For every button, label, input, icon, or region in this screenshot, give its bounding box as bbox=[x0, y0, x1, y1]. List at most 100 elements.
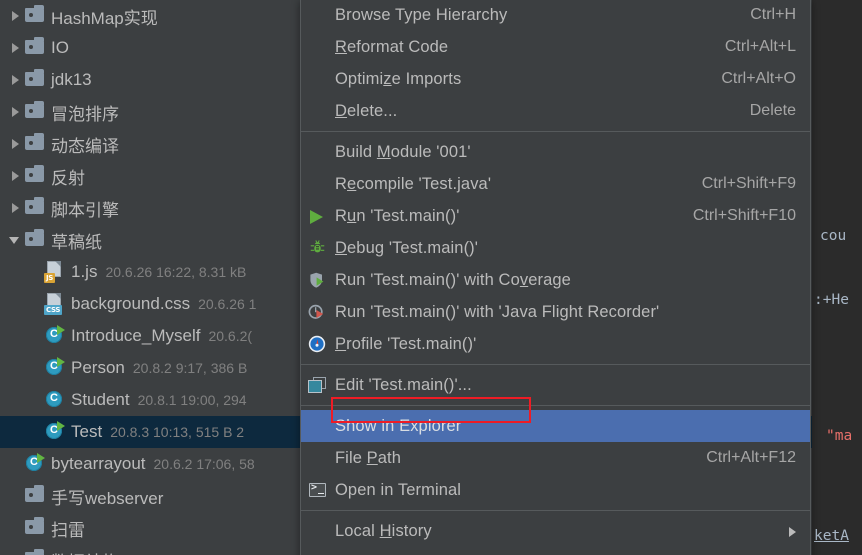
menu-item-open-in-terminal[interactable]: Open in Terminal bbox=[301, 474, 810, 506]
java-runnable-class-icon bbox=[44, 320, 66, 352]
profile-gauge-icon bbox=[301, 328, 335, 360]
menu-icon-placeholder bbox=[301, 515, 335, 547]
java-runnable-class-icon bbox=[44, 416, 66, 448]
editor-pane[interactable]: cou:+He"maketA bbox=[812, 0, 862, 555]
folder-icon bbox=[24, 96, 46, 128]
folder-icon bbox=[24, 32, 46, 64]
tree-item-label: 1.js bbox=[71, 262, 97, 282]
arrow-placeholder bbox=[28, 416, 44, 448]
menu-item-label: File Path bbox=[335, 449, 680, 468]
terminal-icon bbox=[301, 474, 335, 506]
menu-item-label: Show in Explorer bbox=[335, 417, 796, 436]
reload-icon: ↻ bbox=[301, 547, 335, 555]
tree-item-label: jdk13 bbox=[51, 70, 92, 90]
folder-icon bbox=[24, 160, 46, 192]
tree-item-label: 反射 bbox=[51, 164, 85, 189]
folder-icon bbox=[24, 64, 46, 96]
java-flight-recorder-icon bbox=[301, 296, 335, 328]
tree-item-label: Person bbox=[71, 358, 125, 378]
ide-window: cou:+He"maketA HashMap实现IOjdk13冒泡排序动态编译反… bbox=[0, 0, 862, 555]
menu-item-browse-type-hierarchy[interactable]: Browse Type Hierarchy Ctrl+H bbox=[301, 0, 810, 31]
expand-arrow-icon[interactable] bbox=[8, 160, 24, 192]
tree-item-file-info: 20.6.26 1 bbox=[198, 296, 256, 312]
menu-item-profile-test-main[interactable]: Profile 'Test.main()' bbox=[301, 328, 810, 360]
menu-icon-placeholder bbox=[301, 0, 335, 31]
tree-item-label: 脚本引擎 bbox=[51, 196, 119, 221]
tree-item-label: HashMap实现 bbox=[51, 4, 158, 29]
tree-item-file-info: 20.8.3 10:13, 515 B 2 bbox=[110, 424, 244, 440]
tree-item-label: 冒泡排序 bbox=[51, 100, 119, 125]
folder-icon bbox=[24, 480, 46, 512]
menu-item-delete[interactable]: Delete... Delete bbox=[301, 95, 810, 127]
java-class-icon bbox=[44, 384, 66, 416]
menu-item-shortcut: Ctrl+Alt+L bbox=[725, 38, 796, 56]
editor-code-fragment: :+He bbox=[814, 292, 849, 308]
java-runnable-class-icon bbox=[24, 448, 46, 480]
folder-icon bbox=[24, 0, 46, 32]
menu-icon-placeholder bbox=[301, 136, 335, 168]
javascript-file-icon: JS bbox=[44, 256, 66, 288]
menu-item-label: Open in Terminal bbox=[335, 481, 796, 500]
editor-code-fragment: "ma bbox=[826, 428, 852, 444]
menu-item-shortcut: Ctrl+Alt+F12 bbox=[706, 449, 796, 467]
collapse-arrow-icon[interactable] bbox=[8, 224, 24, 256]
menu-item-build-module-001[interactable]: Build Module '001' bbox=[301, 136, 810, 168]
menu-separator bbox=[301, 364, 810, 365]
tree-item-label: 扫雷 bbox=[51, 516, 85, 541]
menu-item-debug-test-main[interactable]: Debug 'Test.main()' bbox=[301, 232, 810, 264]
menu-item-label: Browse Type Hierarchy bbox=[335, 6, 724, 25]
menu-icon-placeholder bbox=[301, 410, 335, 442]
tree-item-file-info: 20.8.1 19:00, 294 bbox=[138, 392, 247, 408]
run-icon bbox=[301, 200, 335, 232]
context-menu[interactable]: Browse Type Hierarchy Ctrl+H Reformat Code… bbox=[300, 0, 811, 555]
menu-item-file-path[interactable]: File Path Ctrl+Alt+F12 bbox=[301, 442, 810, 474]
menu-separator bbox=[301, 131, 810, 132]
edit-configurations-icon bbox=[301, 369, 335, 401]
tree-item-label: IO bbox=[51, 38, 69, 58]
menu-item-run-test-main-with-java-flight-recorder[interactable]: Run 'Test.main()' with 'Java Flight Reco… bbox=[301, 296, 810, 328]
arrow-placeholder bbox=[8, 480, 24, 512]
menu-item-reload-from-disk[interactable]: ↻Reload from Disk bbox=[301, 547, 810, 555]
expand-arrow-icon[interactable] bbox=[8, 192, 24, 224]
arrow-placeholder bbox=[28, 256, 44, 288]
menu-item-local-history[interactable]: Local History bbox=[301, 515, 810, 547]
menu-item-shortcut: Ctrl+Alt+O bbox=[721, 70, 796, 88]
menu-item-label: Run 'Test.main()' with 'Java Flight Reco… bbox=[335, 303, 796, 322]
tree-item-label: Test bbox=[71, 422, 102, 442]
menu-icon-placeholder bbox=[301, 442, 335, 474]
context-menu-items: Browse Type Hierarchy Ctrl+H Reformat Code… bbox=[301, 0, 810, 555]
menu-item-edit-test-main[interactable]: Edit 'Test.main()'... bbox=[301, 369, 810, 401]
arrow-placeholder bbox=[8, 448, 24, 480]
menu-item-label: Edit 'Test.main()'... bbox=[335, 376, 796, 395]
expand-arrow-icon[interactable] bbox=[8, 0, 24, 32]
expand-arrow-icon[interactable] bbox=[8, 64, 24, 96]
menu-item-run-test-main-with-coverage[interactable]: Run 'Test.main()' with Coverage bbox=[301, 264, 810, 296]
tree-item-file-info: 20.8.2 9:17, 386 B bbox=[133, 360, 247, 376]
folder-icon bbox=[24, 544, 46, 555]
menu-item-show-in-explorer[interactable]: Show in Explorer bbox=[301, 410, 810, 442]
menu-item-reformat-code[interactable]: Reformat Code Ctrl+Alt+L bbox=[301, 31, 810, 63]
menu-item-optimize-imports[interactable]: Optimize ImportsCtrl+Alt+O bbox=[301, 63, 810, 95]
folder-icon bbox=[24, 512, 46, 544]
expand-arrow-icon[interactable] bbox=[8, 96, 24, 128]
menu-item-shortcut: Delete bbox=[750, 102, 796, 120]
menu-separator bbox=[301, 510, 810, 511]
expand-arrow-icon[interactable] bbox=[8, 32, 24, 64]
menu-item-label: Profile 'Test.main()' bbox=[335, 335, 796, 354]
menu-icon-placeholder bbox=[301, 63, 335, 95]
menu-item-label: Debug 'Test.main()' bbox=[335, 239, 796, 258]
menu-item-label: Reformat Code bbox=[335, 38, 699, 57]
menu-item-label: Delete... bbox=[335, 102, 724, 121]
arrow-placeholder bbox=[28, 288, 44, 320]
expand-arrow-icon[interactable] bbox=[8, 128, 24, 160]
folder-icon bbox=[24, 128, 46, 160]
menu-item-shortcut: Ctrl+Shift+F10 bbox=[693, 207, 796, 225]
debug-icon bbox=[301, 232, 335, 264]
menu-item-run-test-main[interactable]: Run 'Test.main()'Ctrl+Shift+F10 bbox=[301, 200, 810, 232]
menu-item-recompile-test-java[interactable]: Recompile 'Test.java'Ctrl+Shift+F9 bbox=[301, 168, 810, 200]
menu-item-shortcut: Ctrl+H bbox=[750, 6, 796, 24]
tree-item-file-info: 20.6.26 16:22, 8.31 kB bbox=[105, 264, 246, 280]
editor-code-fragment: cou bbox=[820, 228, 846, 244]
menu-item-label: Run 'Test.main()' with Coverage bbox=[335, 271, 796, 290]
arrow-placeholder bbox=[28, 384, 44, 416]
